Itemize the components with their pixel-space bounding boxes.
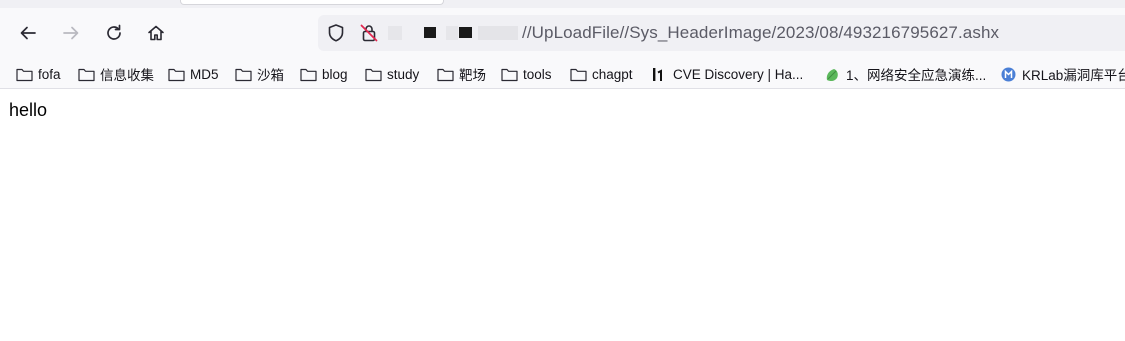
site-favicon-icon xyxy=(826,68,838,81)
bookmark-folder-info-collect[interactable]: 信息收集 xyxy=(78,63,154,85)
bookmark-krlab[interactable]: KRLab漏洞库平台 xyxy=(1000,63,1125,85)
active-tab[interactable] xyxy=(180,0,444,5)
page-content: hello xyxy=(0,90,1125,341)
navigation-toolbar: //UpLoadFile//Sys_HeaderImage/2023/08/49… xyxy=(0,8,1125,58)
page-body-text: hello xyxy=(9,100,48,120)
home-icon xyxy=(148,25,164,41)
folder-icon xyxy=(168,68,185,81)
bookmark-label: 沙箱 xyxy=(257,68,284,83)
folder-icon xyxy=(570,68,587,81)
back-button[interactable] xyxy=(14,19,42,47)
bookmark-folder-chagpt[interactable]: chagpt xyxy=(570,63,633,85)
bookmark-label: KRLab漏洞库平台 xyxy=(1022,68,1125,83)
bookmark-folder-md5[interactable]: MD5 xyxy=(168,63,219,85)
bookmark-cve-discovery[interactable]: CVE Discovery | Ha... xyxy=(651,63,803,85)
redacted-host-block xyxy=(478,26,518,40)
bookmark-label: CVE Discovery | Ha... xyxy=(673,66,804,82)
bookmark-folder-range[interactable]: 靶场 xyxy=(437,63,486,85)
bookmark-label: chagpt xyxy=(592,66,633,82)
bookmark-folder-tools[interactable]: tools xyxy=(501,63,552,85)
redacted-host-block xyxy=(459,27,472,38)
bookmark-folder-fofa[interactable]: fofa xyxy=(16,63,61,85)
redacted-host-block xyxy=(424,27,436,38)
bookmark-label: blog xyxy=(322,66,348,82)
redacted-host-block xyxy=(446,26,458,40)
tracking-shield-icon[interactable] xyxy=(326,23,346,43)
bookmark-label: fofa xyxy=(38,66,61,82)
forward-button[interactable] xyxy=(57,19,85,47)
bookmark-label: tools xyxy=(523,66,552,82)
folder-icon xyxy=(235,68,252,81)
bookmark-emergency-drill[interactable]: 1、网络安全应急演练... xyxy=(824,63,986,85)
url-text[interactable]: //UpLoadFile//Sys_HeaderImage/2023/08/49… xyxy=(522,23,999,43)
url-bar[interactable]: //UpLoadFile//Sys_HeaderImage/2023/08/49… xyxy=(318,15,1125,51)
bookmark-label: study xyxy=(387,66,420,82)
home-button[interactable] xyxy=(142,19,170,47)
folder-icon xyxy=(501,68,518,81)
arrow-left-icon xyxy=(20,26,36,40)
insecure-lock-icon[interactable] xyxy=(359,23,379,43)
reload-button[interactable] xyxy=(100,19,128,47)
bookmark-label: 信息收集 xyxy=(100,68,154,83)
site-favicon-icon xyxy=(653,67,662,81)
bookmark-folder-study[interactable]: study xyxy=(365,63,419,85)
folder-icon xyxy=(437,68,454,81)
bookmark-folder-blog[interactable]: blog xyxy=(300,63,348,85)
tab-strip xyxy=(0,0,1125,8)
bookmark-folder-sandbox[interactable]: 沙箱 xyxy=(235,63,284,85)
arrow-right-icon xyxy=(63,26,79,40)
bookmark-label: 靶场 xyxy=(459,68,486,83)
reload-icon xyxy=(107,24,121,40)
folder-icon xyxy=(300,68,317,81)
folder-icon xyxy=(365,68,382,81)
bookmark-label: 1、网络安全应急演练... xyxy=(846,68,987,83)
redacted-host-block xyxy=(388,26,402,40)
bookmark-label: MD5 xyxy=(190,66,219,82)
site-favicon-icon xyxy=(1001,67,1016,81)
folder-icon xyxy=(78,68,95,81)
folder-icon xyxy=(16,68,33,81)
bookmarks-toolbar: fofa 信息收集 MD5 沙箱 blog study 靶场 tools cha… xyxy=(0,58,1125,89)
